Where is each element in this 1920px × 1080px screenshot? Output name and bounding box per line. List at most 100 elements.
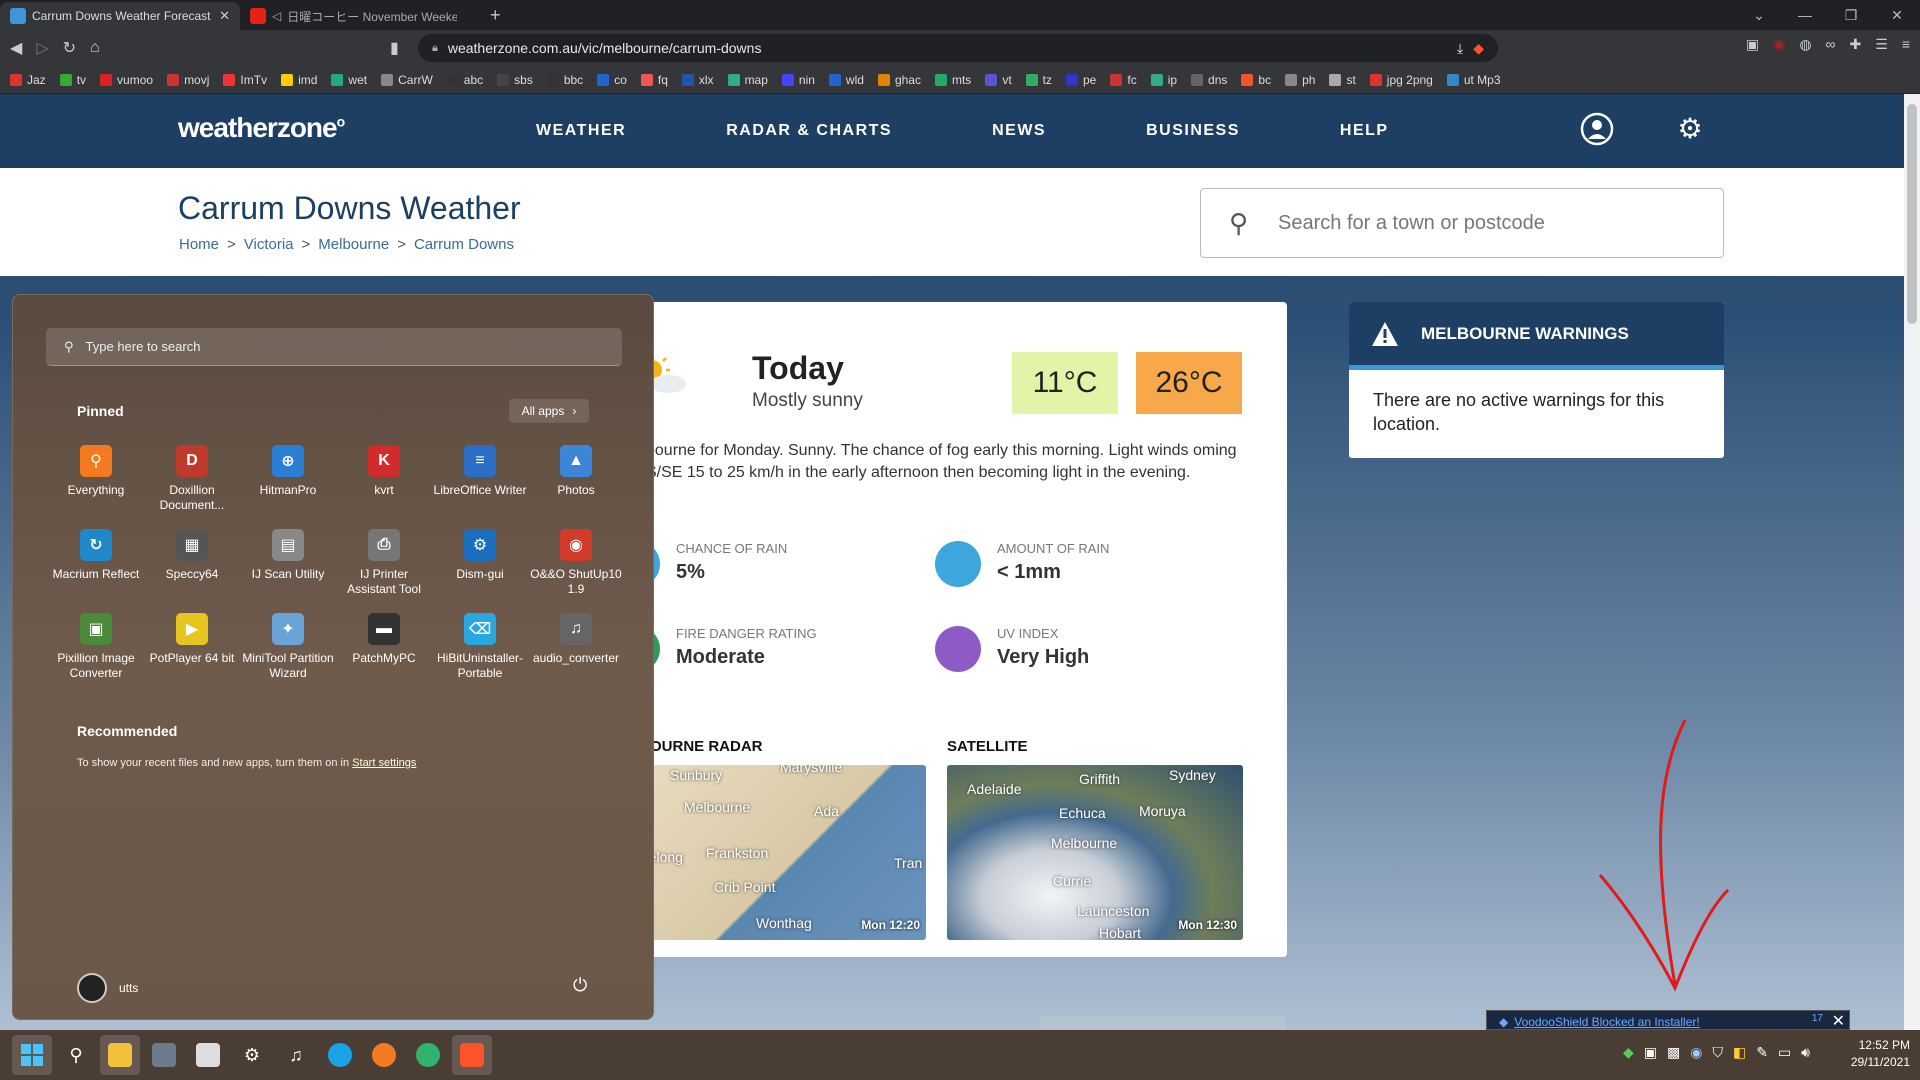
ublock-icon[interactable]: ◉ — [1773, 36, 1785, 53]
pinned-app[interactable]: Kkvrt — [336, 441, 432, 525]
puzzle-icon[interactable]: ✚ — [1850, 36, 1862, 53]
bookmark-item[interactable]: wld — [828, 73, 864, 87]
bookmark-item[interactable]: fc — [1110, 73, 1137, 87]
restore-button[interactable]: ❐ — [1828, 7, 1874, 24]
bookmark-item[interactable]: map — [727, 73, 768, 87]
bookmark-item[interactable]: ImTv — [223, 73, 267, 87]
defender-icon[interactable]: ⛉ — [1712, 1044, 1723, 1061]
brave-shield-icon[interactable]: ◆ — [1473, 40, 1484, 57]
settings-gear-icon[interactable]: ⚙ — [232, 1035, 272, 1075]
bookmark-item[interactable]: jpg 2png — [1369, 73, 1433, 87]
word-icon[interactable]: ▣ — [1644, 1044, 1657, 1061]
search-icon[interactable]: ⚲ — [56, 1035, 96, 1075]
bookmark-item[interactable]: tz — [1025, 73, 1052, 87]
pinned-app[interactable]: ▬ PatchMyPC — [336, 609, 432, 693]
menu-icon[interactable]: ≡ — [1902, 36, 1910, 53]
breadcrumb-carrum-downs[interactable]: Carrum Downs — [414, 236, 514, 253]
pinned-app[interactable]: ▤ IJ Scan Utility — [240, 525, 336, 609]
bookmark-item[interactable]: st — [1329, 73, 1356, 87]
pinned-app[interactable]: ▦ Speccy64 — [144, 525, 240, 609]
tab-search-icon[interactable]: ⌄ — [1736, 7, 1782, 24]
scrollbar-thumb[interactable] — [1907, 104, 1917, 324]
bookmark-item[interactable]: imd — [281, 73, 317, 87]
nav-business[interactable]: BUSINESS — [1146, 122, 1240, 140]
bookmark-item[interactable]: vt — [985, 73, 1012, 87]
bookmark-item[interactable]: sbs — [497, 73, 533, 87]
town-search-input[interactable]: ⚲ Search for a town or postcode — [1200, 188, 1724, 258]
home-icon[interactable]: ⌂ — [90, 39, 100, 57]
nav-weather[interactable]: WEATHER — [536, 122, 626, 140]
weatherzone-logo[interactable]: weatherzoneo — [178, 112, 345, 144]
reload-icon[interactable]: ↻ — [63, 38, 76, 58]
nav-news[interactable]: NEWS — [992, 122, 1046, 140]
bookmark-item[interactable]: movj — [167, 73, 209, 87]
pinned-app[interactable]: ▣ Pixillion Image Converter — [48, 609, 144, 693]
pinned-app[interactable]: ▶ PotPlayer 64 bit — [144, 609, 240, 693]
pinned-app[interactable]: ⊕ HitmanPro — [240, 441, 336, 525]
extension-icon[interactable]: ▣ — [1746, 36, 1759, 53]
bookmark-item[interactable]: bbc — [546, 73, 583, 87]
bookmark-item[interactable]: co — [597, 73, 627, 87]
voodooshield-notification[interactable]: ◆ VoodooShield Blocked an Installer! 17 … — [1486, 1010, 1850, 1030]
breadcrumb-victoria[interactable]: Victoria — [244, 236, 294, 253]
close-tab-icon[interactable]: ✕ — [219, 8, 230, 24]
breadcrumb-home[interactable]: Home — [179, 236, 219, 253]
pinned-app[interactable]: ⚲ Everything — [48, 441, 144, 525]
back-icon[interactable]: ◀ — [10, 38, 22, 58]
pinned-app[interactable]: ♫ audio_converter — [528, 609, 624, 693]
page-scrollbar[interactable] — [1904, 94, 1920, 1030]
skype-icon[interactable] — [320, 1035, 360, 1075]
satellite-map[interactable]: Adelaide Griffith Sydney Echuca Moruya M… — [947, 765, 1243, 940]
bookmark-item[interactable]: ph — [1285, 73, 1315, 87]
pinned-app[interactable]: ◉ O&&O ShutUp10 1.9 — [528, 525, 624, 609]
bookmark-item[interactable]: pe — [1066, 73, 1096, 87]
settings-gear-icon[interactable]: ⚙ — [1673, 112, 1707, 146]
edge-icon[interactable] — [408, 1035, 448, 1075]
account-icon[interactable] — [1580, 112, 1614, 146]
bookmark-item[interactable]: dns — [1191, 73, 1227, 87]
shield-icon[interactable]: ◆ — [1623, 1044, 1634, 1061]
windows-start-icon[interactable] — [12, 1035, 52, 1075]
mask-icon[interactable]: ∞ — [1826, 36, 1836, 53]
pinned-app[interactable]: ✦ MiniTool Partition Wizard — [240, 609, 336, 693]
bookmark-item[interactable]: fq — [640, 73, 668, 87]
close-window-button[interactable]: ✕ — [1874, 7, 1920, 24]
pinned-app[interactable]: D Doxillion Document... — [144, 441, 240, 525]
bookmark-item[interactable]: ghac — [877, 73, 921, 87]
breadcrumb-melbourne[interactable]: Melbourne — [318, 236, 389, 253]
nav-help[interactable]: HELP — [1340, 122, 1389, 140]
security-icon[interactable]: ▩ — [1667, 1044, 1680, 1061]
clock[interactable]: 12:52 PM 29/11/2021 — [1851, 1037, 1910, 1071]
bookmark-item[interactable]: vumoo — [100, 73, 153, 87]
bookmark-item[interactable]: Jaz — [10, 73, 46, 87]
bookmark-item[interactable]: nin — [781, 73, 815, 87]
start-settings-link[interactable]: Start settings — [352, 757, 416, 769]
volume-icon[interactable]: 🔊︎ — [1801, 1044, 1810, 1061]
keepass-icon[interactable]: ◧ — [1733, 1044, 1746, 1061]
close-icon[interactable]: ✕ — [1832, 1011, 1845, 1029]
radar-map[interactable]: Sunbury Marysville Melbourne dith Ada Ge… — [630, 765, 926, 940]
install-icon[interactable]: ⤓ — [1457, 40, 1463, 57]
minimize-button[interactable]: — — [1782, 7, 1828, 23]
bookmark-item[interactable]: tv — [59, 73, 86, 87]
bookmark-item[interactable]: CarrW — [381, 73, 433, 87]
pinned-app[interactable]: ▲ Photos — [528, 441, 624, 525]
power-icon[interactable]: ⏻ — [573, 975, 587, 996]
firefox-icon[interactable] — [364, 1035, 404, 1075]
snipping-icon[interactable] — [188, 1035, 228, 1075]
calculator-icon[interactable] — [144, 1035, 184, 1075]
bookmark-item[interactable]: bc — [1241, 73, 1271, 87]
start-search-input[interactable]: ⚲ Type here to search — [46, 328, 622, 366]
tab-weatherzone[interactable]: Carrum Downs Weather Forecast ✕ — [0, 2, 240, 30]
bookmark-item[interactable]: ut Mp3 — [1446, 73, 1501, 87]
bookmark-icon[interactable]: ▮ — [390, 38, 399, 58]
pen-icon[interactable]: ✎ — [1756, 1044, 1768, 1061]
tab-youtube[interactable]: ◁ 日曜コーヒー November Weekend Ja — [240, 2, 480, 30]
nav-radar-charts[interactable]: RADAR & CHARTS — [726, 122, 892, 140]
bookmark-item[interactable]: abc — [446, 73, 483, 87]
all-apps-button[interactable]: All apps › — [509, 399, 589, 423]
pinned-app[interactable]: ⚙ Dism-gui — [432, 525, 528, 609]
pinned-app[interactable]: ⌫ HiBitUninstaller-Portable — [432, 609, 528, 693]
vpn-icon[interactable]: ◍ — [1799, 36, 1811, 53]
address-bar[interactable]: 🔒︎ weatherzone.com.au/vic/melbourne/carr… — [418, 34, 1498, 62]
